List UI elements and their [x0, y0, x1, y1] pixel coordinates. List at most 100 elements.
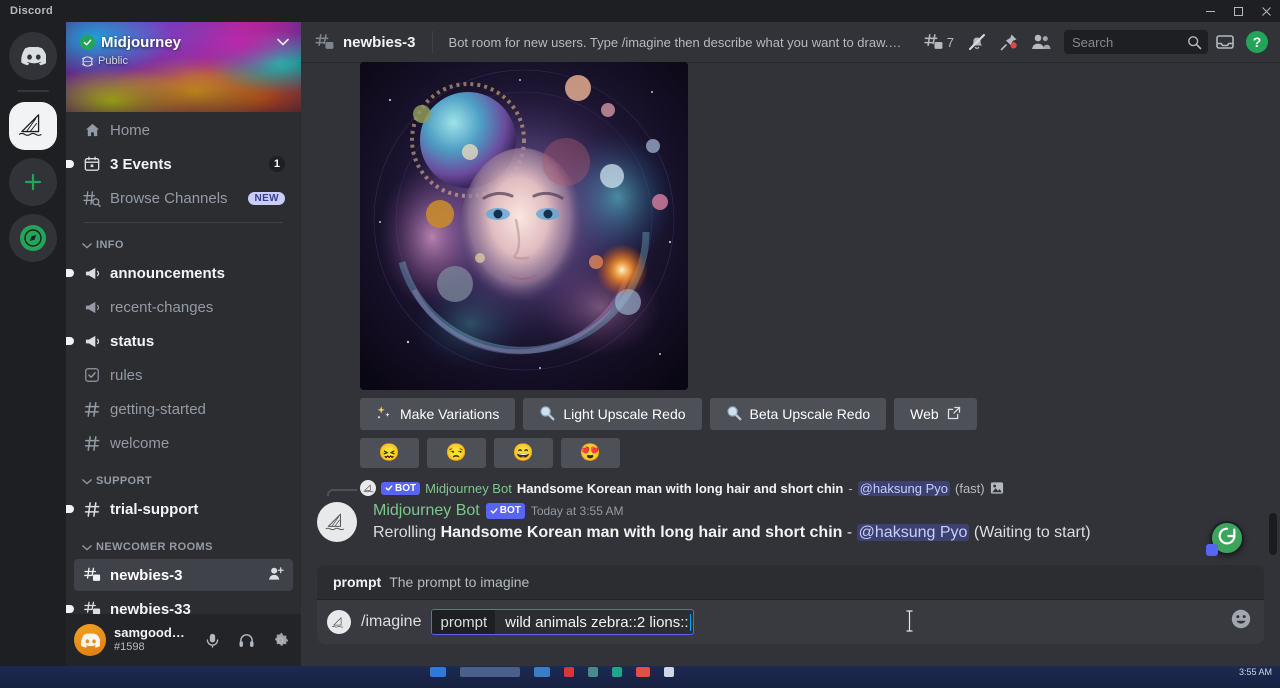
sidebar-item-home[interactable]: Home	[74, 114, 293, 146]
sidebar-channel-status[interactable]: status	[66, 325, 293, 357]
minimize-button[interactable]	[1196, 0, 1224, 22]
close-button[interactable]	[1252, 0, 1280, 22]
sidebar-channel-trial-support[interactable]: trial-support	[66, 493, 293, 525]
windows-taskbar: 3:55 AM	[0, 666, 1280, 688]
rules-icon	[82, 367, 102, 383]
hash-icon	[82, 501, 102, 518]
avatar[interactable]	[74, 624, 106, 656]
category-info[interactable]: INFO	[74, 223, 293, 255]
gear-icon[interactable]	[267, 627, 293, 653]
taskbar-item-3[interactable]	[534, 667, 550, 677]
emoji-picker-icon[interactable]	[1230, 608, 1252, 636]
channel-name: newbies-3	[343, 33, 416, 51]
light-upscale-redo-button[interactable]: Light Upscale Redo	[523, 398, 702, 430]
sidebar-channel-welcome[interactable]: welcome	[74, 427, 293, 459]
taskbar-item-1[interactable]	[430, 667, 446, 677]
reply-context[interactable]: BOT Midjourney Bot Handsome Korean man w…	[301, 480, 1264, 496]
user-identity[interactable]: samgoodw... #1598	[114, 626, 191, 654]
taskbar-item-6[interactable]	[612, 667, 622, 677]
rail-divider	[17, 90, 49, 92]
create-invite-icon[interactable]	[268, 566, 285, 585]
announcement-icon	[82, 300, 102, 315]
microphone-icon[interactable]	[199, 627, 225, 653]
reply-suffix: (fast)	[955, 480, 985, 496]
sidebar-channel-newbies-3[interactable]: newbies-3	[74, 559, 293, 591]
reload-icon	[1216, 525, 1238, 552]
sidebar-channel-recent-changes[interactable]: recent-changes	[74, 291, 293, 323]
search-box[interactable]	[1064, 30, 1208, 54]
sidebar-item-browse-channels[interactable]: Browse Channels NEW	[74, 182, 293, 214]
sidebar-channel-rules[interactable]: rules	[74, 359, 293, 391]
category-support[interactable]: SUPPORT	[74, 459, 293, 491]
slash-hint-key: prompt	[333, 574, 382, 590]
pinned-messages-icon[interactable]	[994, 27, 1024, 57]
reply-author[interactable]: Midjourney Bot	[425, 481, 512, 496]
unread-indicator	[66, 337, 74, 345]
sidebar-item-events[interactable]: 3 Events 1	[66, 148, 293, 180]
sidebar-channel-getting-started[interactable]: getting-started	[74, 393, 293, 425]
inbox-icon[interactable]	[1210, 27, 1240, 57]
message-list: Make Variations Light Upscale Redo Beta …	[301, 62, 1280, 565]
chevron-down-icon	[82, 544, 92, 550]
emoji-grinning-button[interactable]: 😄	[494, 438, 553, 468]
server-banner-header[interactable]: Midjourney Public	[66, 22, 301, 112]
make-variations-button[interactable]: Make Variations	[360, 398, 516, 430]
message-attachment-image[interactable]	[360, 62, 688, 390]
chevron-down-icon[interactable]	[277, 37, 289, 49]
avatar	[327, 610, 351, 634]
channel-list: Home 3 Events 1 Browse Channels NEW INFO…	[66, 112, 301, 614]
reply-mention[interactable]: @haksung Pyo	[857, 480, 951, 496]
prompt-option-chip[interactable]: prompt wild animals zebra::2 lions::	[431, 609, 694, 635]
chevron-down-icon	[82, 478, 92, 484]
light-upscale-redo-label: Light Upscale Redo	[563, 406, 686, 422]
message-composer[interactable]: /imagine prompt wild animals zebra::2 li…	[317, 600, 1264, 644]
explore-servers-button[interactable]	[9, 214, 57, 262]
search-input[interactable]	[1072, 34, 1187, 50]
emoji-heart-eyes-button[interactable]: 😍	[561, 438, 620, 468]
search-icon	[1188, 35, 1202, 49]
maximize-button[interactable]	[1224, 0, 1252, 22]
emoji-unamused-button[interactable]: 😒	[427, 438, 486, 468]
midjourney-sail-icon	[362, 483, 374, 492]
prompt-input-value[interactable]: wild animals zebra::2 lions::	[495, 610, 692, 634]
sidebar-channel-announcements[interactable]: announcements	[66, 257, 293, 289]
web-link-button[interactable]: Web	[894, 398, 977, 430]
taskbar-item-8[interactable]	[664, 667, 674, 677]
message-suffix: (Waiting to start)	[973, 523, 1091, 541]
emoji-confounded-button[interactable]: 😖	[360, 438, 419, 468]
beta-upscale-redo-button[interactable]: Beta Upscale Redo	[709, 398, 887, 430]
threads-icon[interactable]: 7	[918, 27, 960, 57]
bot-tag-label: BOT	[499, 505, 521, 517]
channel-topic[interactable]: Bot room for new users. Type /imagine th…	[449, 35, 905, 50]
sidebar-item-home-label: Home	[110, 121, 151, 139]
taskbar-item-2[interactable]	[460, 667, 520, 677]
notification-muted-icon[interactable]	[962, 27, 992, 57]
slash-command-hint: prompt The prompt to imagine	[317, 565, 1264, 600]
help-icon[interactable]: ?	[1242, 27, 1272, 57]
message-scrollbar-thumb[interactable]	[1269, 513, 1277, 555]
message-separator: -	[846, 523, 853, 541]
hash-icon	[82, 401, 102, 418]
category-newcomer-rooms[interactable]: NEWCOMER ROOMS	[74, 525, 293, 557]
member-list-icon[interactable]	[1026, 27, 1056, 57]
guild-discord-home[interactable]	[9, 32, 57, 80]
thread-hash-icon	[82, 601, 102, 614]
user-panel: samgoodw... #1598	[66, 614, 301, 666]
verified-badge-icon	[80, 35, 95, 50]
emoji-unamused: 😒	[445, 443, 468, 462]
taskbar-item-7[interactable]	[636, 667, 650, 677]
taskbar-clock: 3:55 AM	[1238, 667, 1272, 677]
browse-new-badge: NEW	[248, 191, 285, 205]
taskbar-item-5[interactable]	[588, 667, 598, 677]
reload-button[interactable]	[1206, 521, 1244, 556]
avatar[interactable]	[317, 502, 357, 542]
headphones-icon[interactable]	[233, 627, 259, 653]
sidebar-channel-newbies-33[interactable]: newbies-33	[66, 593, 293, 614]
message-author[interactable]: Midjourney Bot	[373, 500, 480, 522]
thread-hash-icon	[82, 567, 102, 583]
guild-midjourney[interactable]	[9, 102, 57, 150]
taskbar-item-4[interactable]	[564, 667, 574, 677]
message-mention[interactable]: @haksung Pyo	[856, 523, 970, 541]
composer-area: prompt The prompt to imagine /imagine pr…	[301, 521, 1280, 666]
add-server-button[interactable]	[9, 158, 57, 206]
